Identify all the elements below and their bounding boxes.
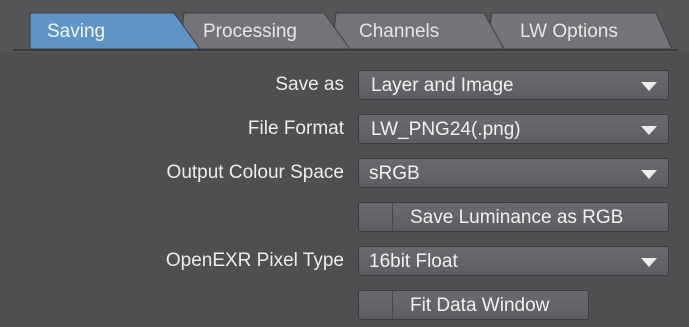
tab-saving[interactable]: Saving xyxy=(30,13,196,49)
tab-separator xyxy=(13,49,678,51)
openexr-pixel-type-dropdown[interactable]: 16bit Float xyxy=(358,246,669,276)
chevron-down-icon xyxy=(641,82,657,91)
tab-lw-options[interactable]: LW Options xyxy=(490,13,670,49)
file-format-dropdown[interactable]: LW_PNG24(.png) xyxy=(358,114,669,144)
save-luminance-label: Save Luminance as RGB xyxy=(410,207,624,228)
tab-channels[interactable]: Channels xyxy=(336,13,502,49)
fit-data-window-label: Fit Data Window xyxy=(410,295,550,316)
checkbox-square-icon xyxy=(359,291,393,319)
tab-saving-label: Saving xyxy=(47,21,106,42)
tab-processing[interactable]: Processing xyxy=(184,13,348,49)
fit-data-window-checkbox[interactable]: Fit Data Window xyxy=(358,290,589,320)
save-as-label: Save as xyxy=(275,74,344,95)
output-colour-space-dropdown[interactable]: sRGB xyxy=(358,158,669,188)
output-colour-space-label: Output Colour Space xyxy=(166,162,344,183)
tab-lw-options-label: LW Options xyxy=(520,21,618,42)
checkbox-square-icon xyxy=(359,203,393,231)
chevron-down-icon xyxy=(641,258,657,267)
save-as-dropdown[interactable]: Layer and Image xyxy=(358,70,669,100)
output-colour-space-value: sRGB xyxy=(369,163,420,184)
file-format-label: File Format xyxy=(247,118,344,139)
render-options-panel: Saving Processing Channels LW Options Sa… xyxy=(0,0,689,327)
openexr-pixel-type-value: 16bit Float xyxy=(369,251,458,272)
openexr-pixel-type-label: OpenEXR Pixel Type xyxy=(165,250,344,271)
tab-bar: Saving Processing Channels LW Options xyxy=(0,0,689,52)
file-format-value: LW_PNG24(.png) xyxy=(371,119,521,140)
tab-processing-label: Processing xyxy=(203,21,297,42)
saving-tab-content: Save as Layer and Image File Format LW_P… xyxy=(0,52,689,327)
chevron-down-icon xyxy=(641,126,657,135)
save-as-value: Layer and Image xyxy=(371,75,514,96)
save-luminance-checkbox[interactable]: Save Luminance as RGB xyxy=(358,202,669,232)
chevron-down-icon xyxy=(641,170,657,179)
tab-channels-label: Channels xyxy=(359,21,440,42)
